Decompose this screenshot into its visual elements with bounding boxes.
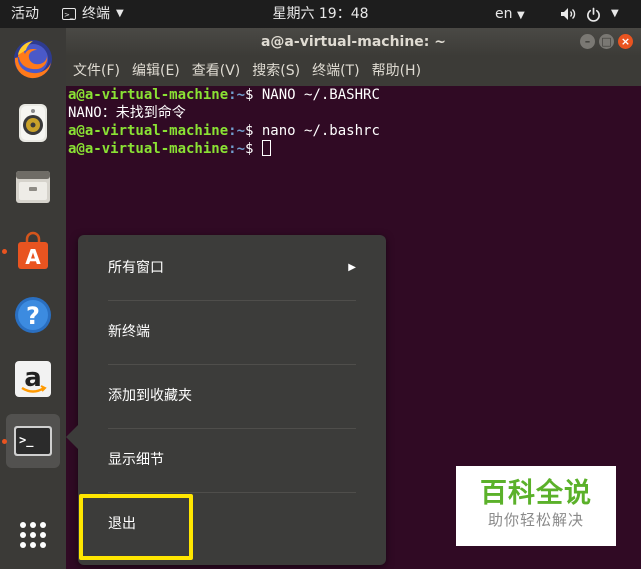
- menu-item-show-details[interactable]: 显示细节: [78, 428, 386, 492]
- prompt-symbol: $: [245, 141, 262, 157]
- app-menu-button[interactable]: >_ 终端 ▼: [62, 0, 124, 28]
- top-panel: 活动 >_ 终端 ▼ 星期六 19：48 en ▼ ▼: [0, 0, 641, 28]
- menu-edit[interactable]: 编辑(E): [132, 56, 180, 86]
- menu-help[interactable]: 帮助(H): [372, 56, 421, 86]
- terminal-line: a@a-virtual-machine:~$ NANO ~/.BASHRC: [68, 86, 641, 104]
- terminal-line: NANO：未找到命令: [68, 104, 641, 122]
- shopping-bag-icon: A: [18, 231, 48, 269]
- system-tray[interactable]: ▼: [560, 0, 619, 28]
- language-label: en: [495, 6, 513, 22]
- prompt-user: a@a-virtual-machine: [68, 123, 229, 139]
- terminal-mini-icon: >_: [62, 8, 76, 20]
- file-cabinet-icon: [16, 171, 50, 203]
- output-text: NANO：未找到命令: [68, 105, 186, 121]
- menu-item-add-to-favorites[interactable]: 添加到收藏夹: [78, 364, 386, 428]
- watermark-logo: 百科全说 助你轻松解决: [456, 466, 616, 546]
- caret-down-icon: ▼: [116, 8, 124, 19]
- prompt-symbol: $: [245, 87, 262, 103]
- dock-item-show-apps[interactable]: [6, 508, 60, 562]
- app-menu-label: 终端: [82, 6, 110, 22]
- activities-button[interactable]: 活动: [11, 0, 39, 28]
- menu-terminal[interactable]: 终端(T): [312, 56, 359, 86]
- menu-item-label: 所有窗口: [108, 260, 164, 276]
- dock-item-help[interactable]: ?: [6, 288, 60, 342]
- terminal-line: a@a-virtual-machine:~$: [68, 140, 641, 158]
- prompt-path: :~: [228, 87, 246, 103]
- firefox-icon: [14, 40, 52, 79]
- running-indicator: [2, 249, 7, 254]
- dock-item-firefox[interactable]: [6, 32, 60, 86]
- prompt-symbol: $: [245, 123, 262, 139]
- language-indicator[interactable]: en ▼: [495, 0, 525, 28]
- prompt-path: :~: [228, 141, 246, 157]
- terminal-icon-glyph: >_: [19, 433, 34, 448]
- chevron-right-icon: ▶: [348, 262, 356, 273]
- menu-view[interactable]: 查看(V): [192, 56, 241, 86]
- dock-item-software[interactable]: A: [2, 224, 60, 278]
- window-titlebar[interactable]: a@a-virtual-machine: ~ – □ ×: [66, 28, 641, 56]
- maximize-button[interactable]: □: [599, 34, 614, 49]
- command-text: NANO ~/.BASHRC: [261, 87, 380, 103]
- menu-item-label: 添加到收藏夹: [108, 388, 192, 404]
- dock-item-rhythmbox[interactable]: [6, 96, 60, 150]
- caret-down-icon: ▼: [611, 8, 619, 19]
- menu-item-label: 新终端: [108, 324, 150, 340]
- window-controls: – □ ×: [580, 34, 633, 49]
- menu-item-label: 显示细节: [108, 452, 164, 468]
- menu-file[interactable]: 文件(F): [73, 56, 120, 86]
- dock-item-terminal[interactable]: >_: [2, 414, 60, 468]
- grid-icon: [20, 522, 46, 548]
- amazon-icon: a: [15, 361, 51, 397]
- menu-search[interactable]: 搜索(S): [252, 56, 300, 86]
- menu-item-all-windows[interactable]: 所有窗口 ▶: [78, 236, 386, 300]
- running-indicator: [2, 439, 7, 444]
- help-icon: ?: [15, 297, 51, 333]
- software-icon-letter: A: [25, 245, 41, 269]
- window-title: a@a-virtual-machine: ~: [260, 34, 446, 50]
- dock-item-amazon[interactable]: a: [6, 352, 60, 406]
- prompt-user: a@a-virtual-machine: [68, 141, 229, 157]
- menu-pointer: [66, 425, 78, 449]
- text-cursor: [261, 140, 271, 156]
- volume-icon: [561, 8, 576, 20]
- amazon-icon-letter: a: [24, 363, 42, 393]
- watermark-title: 百科全说: [480, 478, 592, 509]
- close-button[interactable]: ×: [618, 34, 633, 49]
- terminal-line: a@a-virtual-machine:~$ nano ~/.bashrc: [68, 122, 641, 140]
- minimize-button[interactable]: –: [580, 34, 595, 49]
- dock: A ? a >_: [0, 28, 66, 569]
- command-text: nano ~/.bashrc: [261, 123, 380, 139]
- help-icon-glyph: ?: [26, 302, 40, 330]
- caret-down-icon: ▼: [516, 10, 525, 21]
- power-icon: [587, 7, 600, 22]
- speaker-icon: [19, 104, 47, 142]
- prompt-path: :~: [228, 123, 246, 139]
- menu-item-new-terminal[interactable]: 新终端: [78, 300, 386, 364]
- prompt-user: a@a-virtual-machine: [68, 87, 229, 103]
- dock-item-files[interactable]: [6, 160, 60, 214]
- quit-highlight-annotation: [79, 494, 193, 560]
- terminal-menubar: 文件(F) 编辑(E) 查看(V) 搜索(S) 终端(T) 帮助(H): [66, 56, 641, 86]
- terminal-icon: >_: [14, 426, 52, 456]
- watermark-subtitle: 助你轻松解决: [487, 511, 584, 529]
